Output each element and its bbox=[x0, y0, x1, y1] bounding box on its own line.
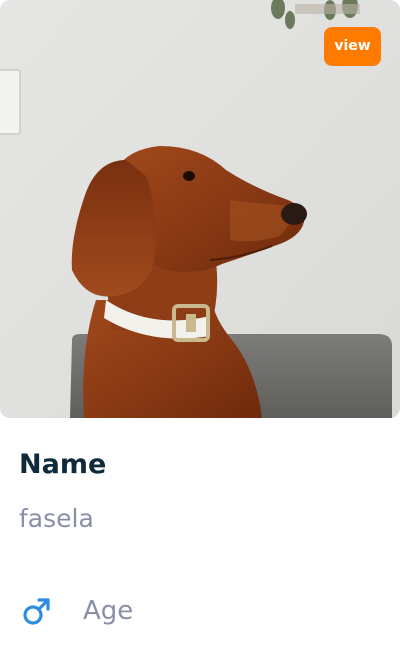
age-label: Age bbox=[83, 596, 134, 626]
name-heading: Name bbox=[19, 449, 107, 480]
pet-name: fasela bbox=[19, 504, 94, 533]
view-button[interactable]: view bbox=[324, 27, 381, 66]
pet-card: view Name fasela Age bbox=[0, 0, 400, 663]
male-icon bbox=[22, 596, 52, 626]
